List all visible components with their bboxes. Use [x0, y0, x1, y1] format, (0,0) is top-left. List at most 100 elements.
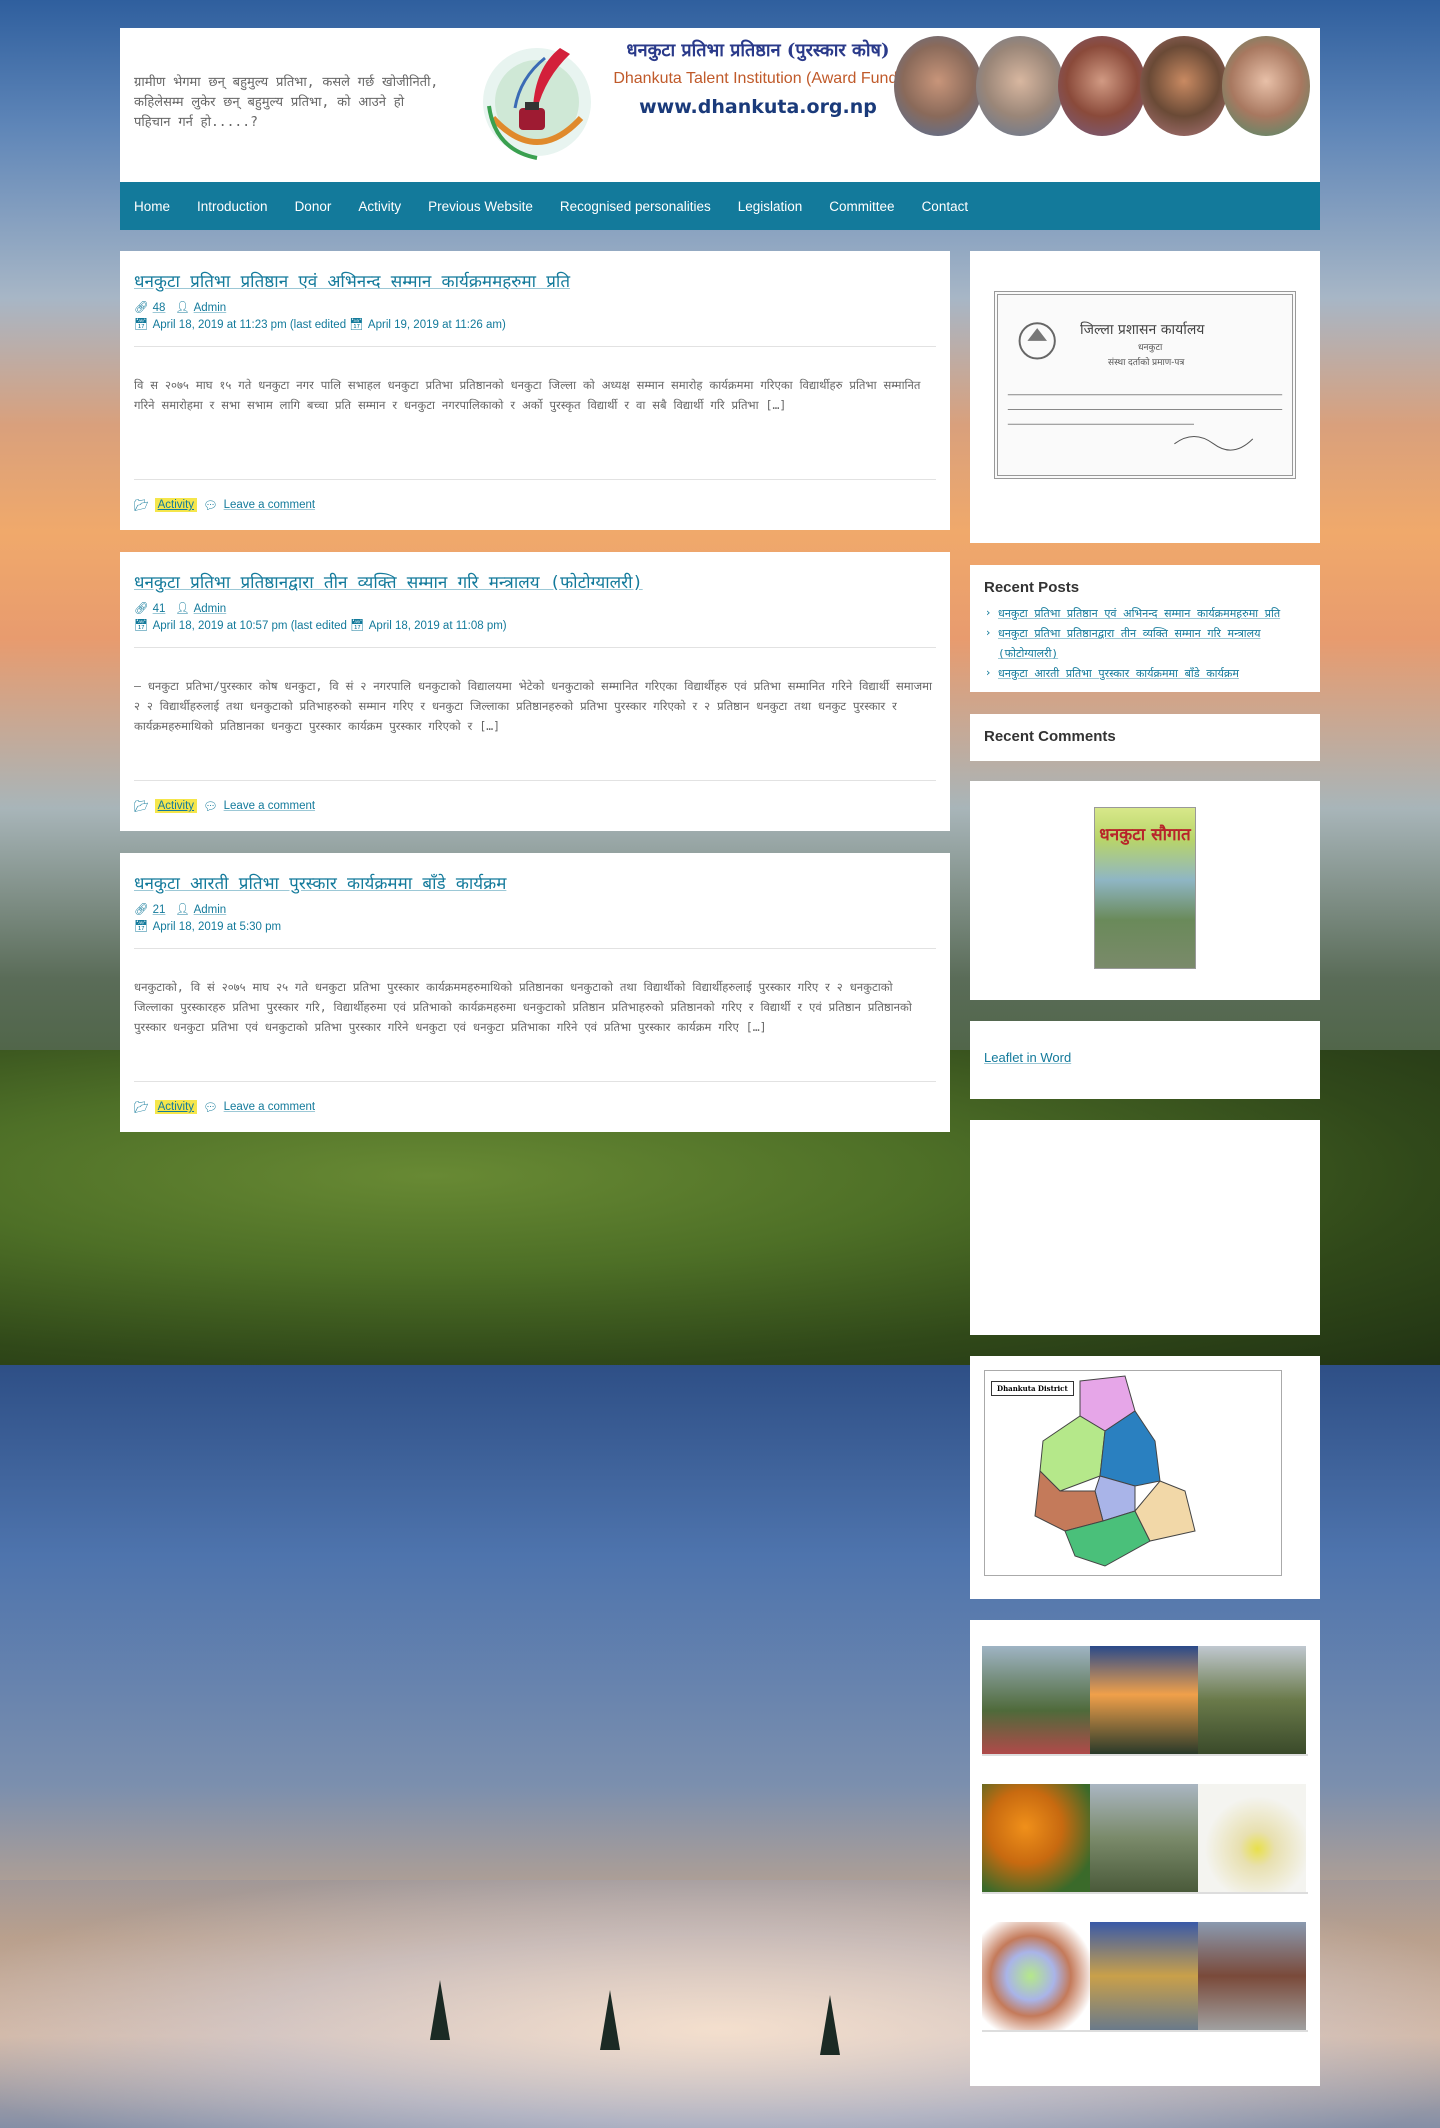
portrait-image [894, 36, 982, 136]
post-author-link[interactable]: Admin [194, 603, 227, 615]
logo-url: www.dhankuta.org.np [639, 96, 877, 118]
map-icon [1034, 1375, 1196, 1567]
nav-donor[interactable]: Donor [295, 199, 332, 214]
post-title-link[interactable]: धनकुटा आरती प्रतिभा पुरस्कार कार्यक्रममा… [134, 871, 936, 894]
recent-post-item[interactable]: धनकुटा प्रतिभा प्रतिष्ठान एवं अभिनन्द सम… [984, 603, 1306, 624]
recent-post-item[interactable]: धनकुटा आरती प्रतिभा पुरस्कार कार्यक्रममा… [984, 663, 1306, 684]
post-edited-date: April 18, 2019 at 11:08 pm) [368, 620, 507, 632]
recent-post-item[interactable]: धनकुटा प्रतिभा प्रतिष्ठानद्वारा तीन व्यक… [984, 623, 1306, 664]
post-views[interactable]: 21 [153, 904, 166, 916]
leaflet-in-word-link[interactable]: Leaflet in Word [984, 1050, 1071, 1065]
post-footer: 📂︎ Activity 💬︎ Leave a comment [134, 780, 936, 831]
read-more[interactable]: […] [479, 719, 500, 733]
gallery-photo[interactable] [1090, 1922, 1198, 2030]
calendar-icon: 📅︎ [349, 319, 364, 331]
post-footer: 📂︎ Activity 💬︎ Leave a comment [134, 479, 936, 530]
post-card: धनकुटा आरती प्रतिभा पुरस्कार कार्यक्रममा… [120, 853, 950, 1132]
link-icon: 🔗︎ [134, 603, 149, 615]
folder-icon: 📂︎ [134, 500, 149, 512]
widget-title: Recent Comments [984, 728, 1116, 745]
post-views[interactable]: 41 [153, 603, 166, 615]
photo-grid-row [982, 1784, 1308, 1894]
nav-legislation[interactable]: Legislation [738, 199, 803, 214]
certificate-location: धनकुटा [1138, 342, 1163, 352]
logo-english-title: Dhankuta Talent Institution (Award Fund) [613, 70, 903, 87]
map-title: Dhankuta District [991, 1381, 1074, 1396]
nav-home[interactable]: Home [134, 199, 170, 214]
logo-nepali-title: धनकुटा प्रतिभा प्रतिष्ठान (पुरस्कार कोष) [626, 40, 890, 61]
post-meta: 🔗︎ 48 👤︎ Admin 📅︎ April 18, 2019 at 11:23 p… [134, 300, 936, 334]
user-icon: 👤︎ [175, 904, 190, 916]
tree-silhouette [430, 1980, 450, 2040]
gallery-photo[interactable] [982, 1646, 1090, 1754]
book-cover-widget: धनकुटा सौगात [970, 781, 1320, 1000]
photo-grid-row [982, 1922, 1308, 2032]
book-title: धनकुटा सौगात [1099, 825, 1191, 845]
post-title-link[interactable]: धनकुटा प्रतिभा प्रतिष्ठान एवं अभिनन्द सम… [134, 269, 936, 292]
dhankuta-district-map[interactable]: Dhankuta District [984, 1370, 1282, 1576]
site-logo-text[interactable]: धनकुटा प्रतिभा प्रतिष्ठान (पुरस्कार कोष)… [598, 38, 918, 118]
photo-gallery-widget [970, 1620, 1320, 2086]
post-views[interactable]: 48 [153, 302, 166, 314]
post-footer: 📂︎ Activity 💬︎ Leave a comment [134, 1081, 936, 1132]
calendar-icon: 📅︎ [350, 620, 365, 632]
recent-comments-widget: Recent Comments [970, 714, 1320, 761]
read-more[interactable]: […] [746, 1020, 767, 1034]
certificate-office-title: जिल्ला प्रशासन कार्यालय [1080, 322, 1205, 338]
post-title-link[interactable]: धनकुटा प्रतिभा प्रतिष्ठानद्वारा तीन व्यक… [134, 570, 936, 593]
category-tag[interactable]: Activity [154, 799, 198, 813]
leave-comment-link[interactable]: Leave a comment [224, 499, 315, 511]
read-more[interactable]: […] [766, 398, 787, 412]
site-tagline: ग्रामीण भेगमा छन् बहुमुल्य प्रतिभा, कसले… [134, 75, 439, 130]
recent-post-link[interactable]: धनकुटा प्रतिभा प्रतिष्ठानद्वारा तीन व्यक… [998, 627, 1260, 660]
portrait-image [1222, 36, 1310, 136]
portrait-image [1140, 36, 1228, 136]
portrait-image [976, 36, 1064, 136]
book-cover-image[interactable]: धनकुटा सौगात [1094, 807, 1196, 969]
post-date: April 18, 2019 at 10:57 pm (last edited [152, 620, 347, 632]
map-widget: Dhankuta District [970, 1356, 1320, 1599]
nav-previous-website[interactable]: Previous Website [428, 199, 533, 214]
nav-committee[interactable]: Committee [829, 199, 894, 214]
gallery-photo[interactable] [1198, 1922, 1306, 2030]
widget-title: Recent Posts [984, 579, 1080, 596]
post-author-link[interactable]: Admin [194, 904, 227, 916]
user-icon: 👤︎ [175, 302, 190, 314]
excerpt-text: वि स २०७५ माघ १५ गते धनकुटा नगर पालि सभा… [134, 378, 921, 412]
registration-certificate-image[interactable]: जिल्ला प्रशासन कार्यालय धनकुटा संस्था दर… [994, 291, 1296, 479]
recent-post-link[interactable]: धनकुटा प्रतिभा प्रतिष्ठान एवं अभिनन्द सम… [998, 607, 1280, 620]
gallery-photo[interactable] [982, 1784, 1090, 1892]
leave-comment-link[interactable]: Leave a comment [224, 1101, 315, 1113]
divider [134, 346, 936, 347]
nav-activity[interactable]: Activity [358, 199, 401, 214]
recent-post-link[interactable]: धनकुटा आरती प्रतिभा पुरस्कार कार्यक्रममा… [998, 667, 1239, 680]
certificate-name: संस्था दर्ताको प्रमाण-पत्र [1108, 357, 1185, 367]
gallery-photo[interactable] [982, 1922, 1090, 2030]
category-tag[interactable]: Activity [154, 498, 198, 512]
tree-silhouette [820, 1995, 840, 2055]
leave-comment-link[interactable]: Leave a comment [224, 800, 315, 812]
photo-grid-row [982, 1646, 1308, 1756]
calendar-icon: 📅︎ [134, 620, 149, 632]
comment-icon: 💬︎ [203, 1102, 218, 1114]
quill-ink-icon [483, 48, 591, 160]
post-card: धनकुटा प्रतिभा प्रतिष्ठानद्वारा तीन व्यक… [120, 552, 950, 831]
nav-introduction[interactable]: Introduction [197, 199, 268, 214]
post-excerpt: वि स २०७५ माघ १५ गते धनकुटा नगर पालि सभा… [134, 375, 936, 415]
comment-icon: 💬︎ [203, 801, 218, 813]
recent-posts-widget: Recent Posts धनकुटा प्रतिभा प्रतिष्ठान ए… [970, 565, 1320, 692]
nav-recognised-personalities[interactable]: Recognised personalities [560, 199, 711, 214]
gallery-photo[interactable] [1090, 1784, 1198, 1892]
post-excerpt: – धनकुटा प्रतिभा/पुरस्कार कोष धनकुटा, वि… [134, 676, 936, 736]
category-tag[interactable]: Activity [154, 1100, 198, 1114]
post-date: April 18, 2019 at 11:23 pm (last edited [152, 319, 347, 331]
gallery-photo[interactable] [1198, 1784, 1306, 1892]
post-meta: 🔗︎ 21 👤︎ Admin 📅︎ April 18, 2019 at 5:30 pm [134, 902, 936, 936]
post-author-link[interactable]: Admin [194, 302, 227, 314]
nav-contact[interactable]: Contact [922, 199, 969, 214]
folder-icon: 📂︎ [134, 801, 149, 813]
gallery-photo[interactable] [1090, 1646, 1198, 1754]
empty-widget [970, 1120, 1320, 1335]
gallery-photo[interactable] [1198, 1646, 1306, 1754]
site-logo-emblem[interactable] [475, 38, 600, 166]
